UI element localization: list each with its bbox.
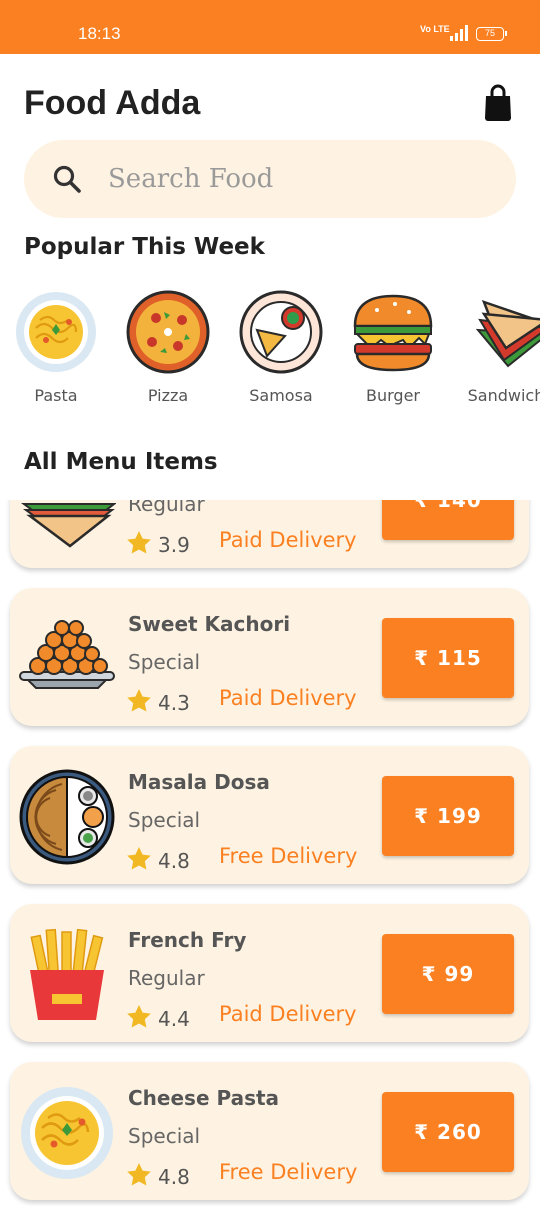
item-rating: 4.4 <box>158 1007 190 1031</box>
item-rating: 4.8 <box>158 1165 190 1189</box>
item-category: Special <box>128 650 201 674</box>
category-label: Pasta <box>34 386 78 405</box>
status-bar: 18:13 Vo LTE 75 <box>0 0 540 54</box>
item-category: Regular <box>128 500 205 516</box>
category-label: Pizza <box>147 386 189 405</box>
popular-section-title: Popular This Week <box>24 234 265 260</box>
price-button[interactable]: ₹ 199 <box>382 776 514 856</box>
star-icon <box>127 1005 151 1028</box>
burger-icon <box>353 294 433 372</box>
star-icon <box>127 531 151 554</box>
item-rating: 3.9 <box>158 533 190 557</box>
category-label: Sandwich <box>467 386 540 405</box>
menu-card[interactable]: Sweet Kachori Special 4.3 Paid Delivery … <box>10 588 529 726</box>
category-sandwich[interactable]: Sandwich <box>451 290 540 405</box>
item-rating: 4.8 <box>158 849 190 873</box>
menu-card[interactable]: Cheese Pasta Special 4.8 Free Delivery ₹… <box>10 1062 529 1200</box>
dosa-icon <box>19 769 115 865</box>
sandwich-icon <box>475 299 540 368</box>
fries-icon <box>30 928 104 1020</box>
item-name: Cheese Pasta <box>128 1086 280 1110</box>
category-pizza[interactable]: Pizza <box>113 290 223 405</box>
menu-section-title: All Menu Items <box>24 449 218 475</box>
search-icon <box>53 165 81 193</box>
item-category: Regular <box>128 966 205 990</box>
price-button[interactable]: ₹ 140 <box>382 500 514 540</box>
signal-icon <box>450 25 468 41</box>
search-bar[interactable] <box>24 140 516 218</box>
category-label: Burger <box>366 386 420 405</box>
page-title: Food Adda <box>24 84 201 122</box>
item-category: Special <box>128 1124 201 1148</box>
status-time: 18:13 <box>78 24 121 43</box>
kachori-icon <box>19 620 115 689</box>
sandwich-icon <box>20 503 116 548</box>
item-delivery: Free Delivery <box>219 844 358 868</box>
item-name: French Fry <box>128 928 247 952</box>
item-name: Masala Dosa <box>128 770 270 794</box>
item-delivery: Paid Delivery <box>219 528 357 552</box>
menu-card[interactable]: French Fry Regular 4.4 Paid Delivery ₹ 9… <box>10 904 529 1042</box>
item-delivery: Free Delivery <box>219 1160 358 1184</box>
item-name: Sweet Kachori <box>128 612 291 636</box>
category-label: Samosa <box>249 386 313 405</box>
menu-card[interactable]: Masala Dosa Special 4.8 Free Delivery ₹ … <box>10 746 529 884</box>
item-rating: 4.3 <box>158 691 190 715</box>
samosa-icon <box>239 290 323 374</box>
pizza-icon <box>126 290 210 374</box>
menu-card[interactable]: Regular 3.9 Paid Delivery ₹ 140 <box>10 500 529 568</box>
category-samosa[interactable]: Samosa <box>226 290 336 405</box>
menu-list[interactable]: Regular 3.9 Paid Delivery ₹ 140 Sweet Ka… <box>0 500 540 1206</box>
battery-icon: 75 <box>476 27 507 41</box>
price-button[interactable]: ₹ 260 <box>382 1092 514 1172</box>
category-pasta[interactable]: Pasta <box>1 290 111 405</box>
price-button[interactable]: ₹ 115 <box>382 618 514 698</box>
star-icon <box>127 1163 151 1186</box>
item-category: Special <box>128 808 201 832</box>
shopping-bag-icon[interactable] <box>484 84 512 122</box>
pasta-icon <box>21 1087 113 1179</box>
category-burger[interactable]: Burger <box>338 290 448 405</box>
price-button[interactable]: ₹ 99 <box>382 934 514 1014</box>
search-input[interactable] <box>108 158 488 200</box>
pasta-icon <box>16 292 96 372</box>
item-delivery: Paid Delivery <box>219 1002 357 1026</box>
star-icon <box>127 689 151 712</box>
star-icon <box>127 847 151 870</box>
item-delivery: Paid Delivery <box>219 686 357 710</box>
